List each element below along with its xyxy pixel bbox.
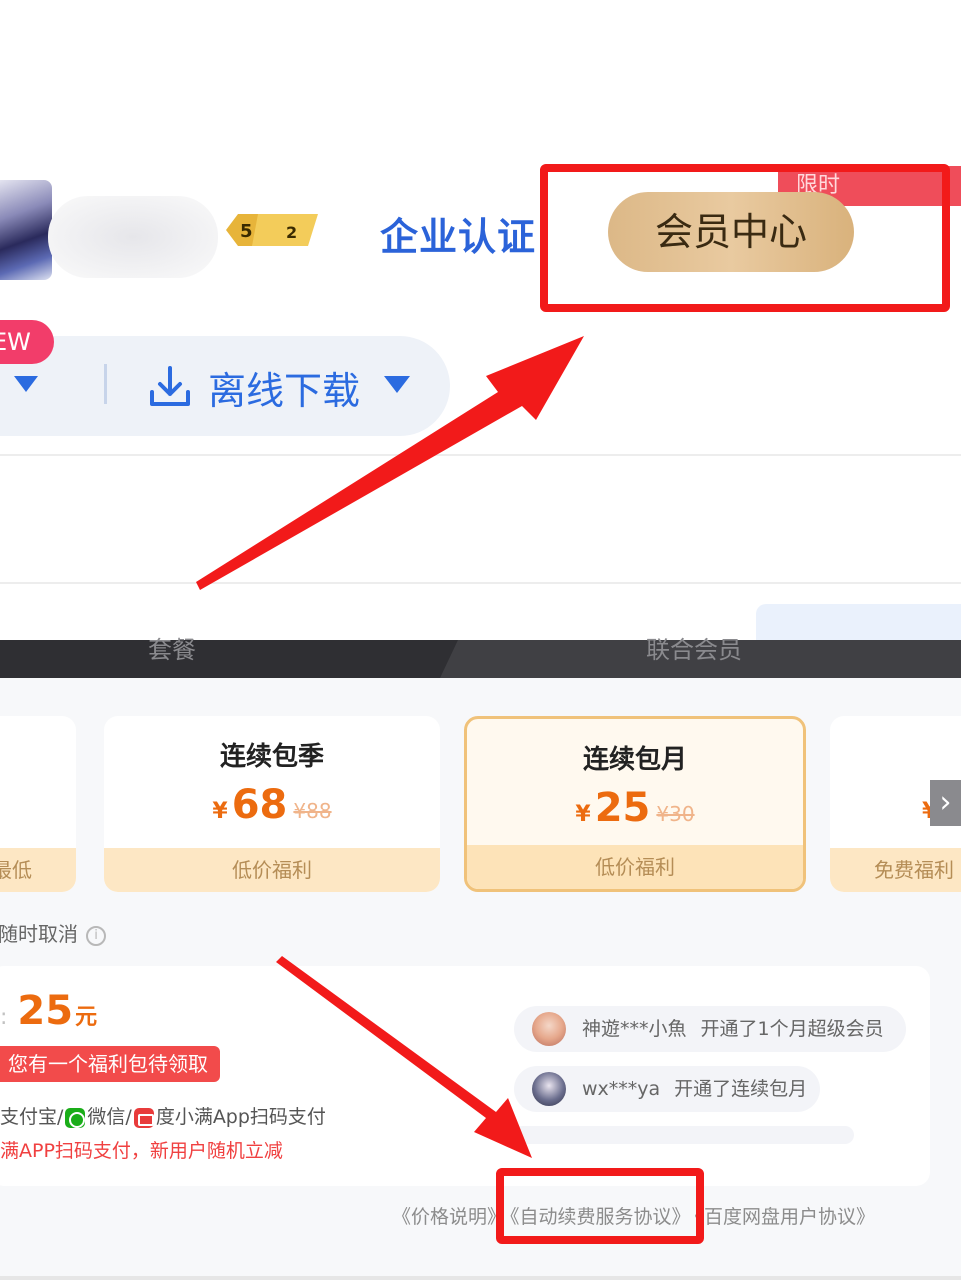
plan-footer: 低价福利 xyxy=(104,848,440,892)
plan-card-monthly[interactable]: 连续包月 ¥25 ¥30 低价福利 xyxy=(464,716,806,892)
header-crop: 5 2 企业认证 限时 会员中心 EW 离线下载 xyxy=(0,0,961,644)
pay-promo-text: 满APP扫码支付，新用户随机立减 xyxy=(0,1140,283,1162)
cancel-note: 随时取消 i xyxy=(0,918,106,947)
user-agreement-link[interactable]: 《百度网盘用户协议》 xyxy=(695,1206,876,1228)
plan-card[interactable]: 最低 xyxy=(0,716,76,892)
plan-name: 连续包季 xyxy=(219,742,324,772)
wechat-icon xyxy=(65,1107,86,1128)
price-amount: 68 xyxy=(231,782,288,828)
pay-unit: 元 xyxy=(75,1005,98,1030)
highlight-box-auto-renew xyxy=(496,1168,704,1244)
offline-download-caret-icon[interactable] xyxy=(384,376,410,393)
enterprise-verify-link[interactable]: 企业认证 xyxy=(380,206,536,261)
username-blurred xyxy=(48,196,218,278)
plan-name: 连续包月 xyxy=(582,745,687,775)
info-icon[interactable]: i xyxy=(86,925,106,946)
level-badge-right: 2 xyxy=(286,223,297,242)
price-amount: 25 xyxy=(594,785,651,831)
tab-package[interactable]: 套餐 xyxy=(148,630,196,665)
pay-colon: : xyxy=(0,1005,8,1030)
divider xyxy=(0,582,961,584)
payment-methods: 支付宝/微信/度小满App扫码支付 xyxy=(0,1102,326,1129)
pay-total: :25元 xyxy=(0,988,97,1034)
level-badge-left: 5 xyxy=(240,221,253,242)
level-badge: 5 2 xyxy=(226,214,318,246)
purchase-panel-crop: 套餐 联合会员 最低 连续包季 ¥68 ¥88 低价福利 连续包月 ¥25 ¥30 … xyxy=(0,636,961,1276)
next-plan-arrow-icon[interactable]: › xyxy=(930,780,961,826)
cancel-note-text: 随时取消 xyxy=(0,922,78,946)
new-badge: EW xyxy=(0,320,54,364)
highlight-box-member-center xyxy=(540,164,950,312)
dropdown-caret-icon[interactable] xyxy=(14,376,38,392)
activity-feed-item: 神遊***小魚 开通了1个月超级会员 xyxy=(514,1006,906,1052)
alipay-label: 支付宝/ xyxy=(0,1106,64,1128)
plan-footer: 低价福利 xyxy=(467,845,803,889)
original-price: ¥30 xyxy=(656,802,695,826)
tab-joint-member[interactable]: 联合会员 xyxy=(646,630,742,665)
tab-bar: 套餐 联合会员 xyxy=(0,636,961,678)
price-note-link[interactable]: 《价格说明》 xyxy=(392,1206,506,1228)
feed-user: 神遊***小魚 xyxy=(582,1018,687,1040)
currency-symbol: ¥ xyxy=(575,802,591,827)
plan-price: ¥25 ¥30 xyxy=(467,785,803,831)
feed-action: 开通了1个月超级会员 xyxy=(700,1018,884,1040)
offline-download-button[interactable]: 离线下载 xyxy=(208,360,360,415)
plan-footer: 最低 xyxy=(0,848,76,892)
feed-action: 开通了连续包月 xyxy=(674,1078,808,1100)
activity-feed-item xyxy=(514,1126,854,1144)
pay-amount: 25 xyxy=(17,988,74,1034)
duxiaoman-label: 度小满App扫码支付 xyxy=(155,1106,326,1128)
download-icon xyxy=(150,366,190,406)
plan-price: ¥68 ¥88 xyxy=(104,782,440,828)
activity-feed-item: wx***ya 开通了连续包月 xyxy=(514,1066,820,1112)
plan-card-quarterly[interactable]: 连续包季 ¥68 ¥88 低价福利 xyxy=(104,716,440,892)
feed-user: wx***ya xyxy=(582,1078,661,1100)
wechat-label: 微信/ xyxy=(87,1106,132,1128)
screenshot-composite: 5 2 企业认证 限时 会员中心 EW 离线下载 套餐 联合会员 最低 xyxy=(0,0,961,1280)
feed-avatar xyxy=(532,1012,566,1046)
feed-avatar xyxy=(532,1072,566,1106)
divider xyxy=(0,454,961,456)
welfare-claim-button[interactable]: 您有一个福利包待领取 xyxy=(0,1046,220,1082)
plan-footer: 免费福利 xyxy=(830,848,961,892)
duxiaoman-icon xyxy=(133,1107,154,1128)
toolbar-divider xyxy=(104,364,107,404)
original-price: ¥88 xyxy=(293,799,332,823)
currency-symbol: ¥ xyxy=(212,799,228,824)
blue-chip xyxy=(756,604,961,644)
avatar[interactable] xyxy=(0,180,52,280)
bottom-edge xyxy=(0,1276,961,1280)
